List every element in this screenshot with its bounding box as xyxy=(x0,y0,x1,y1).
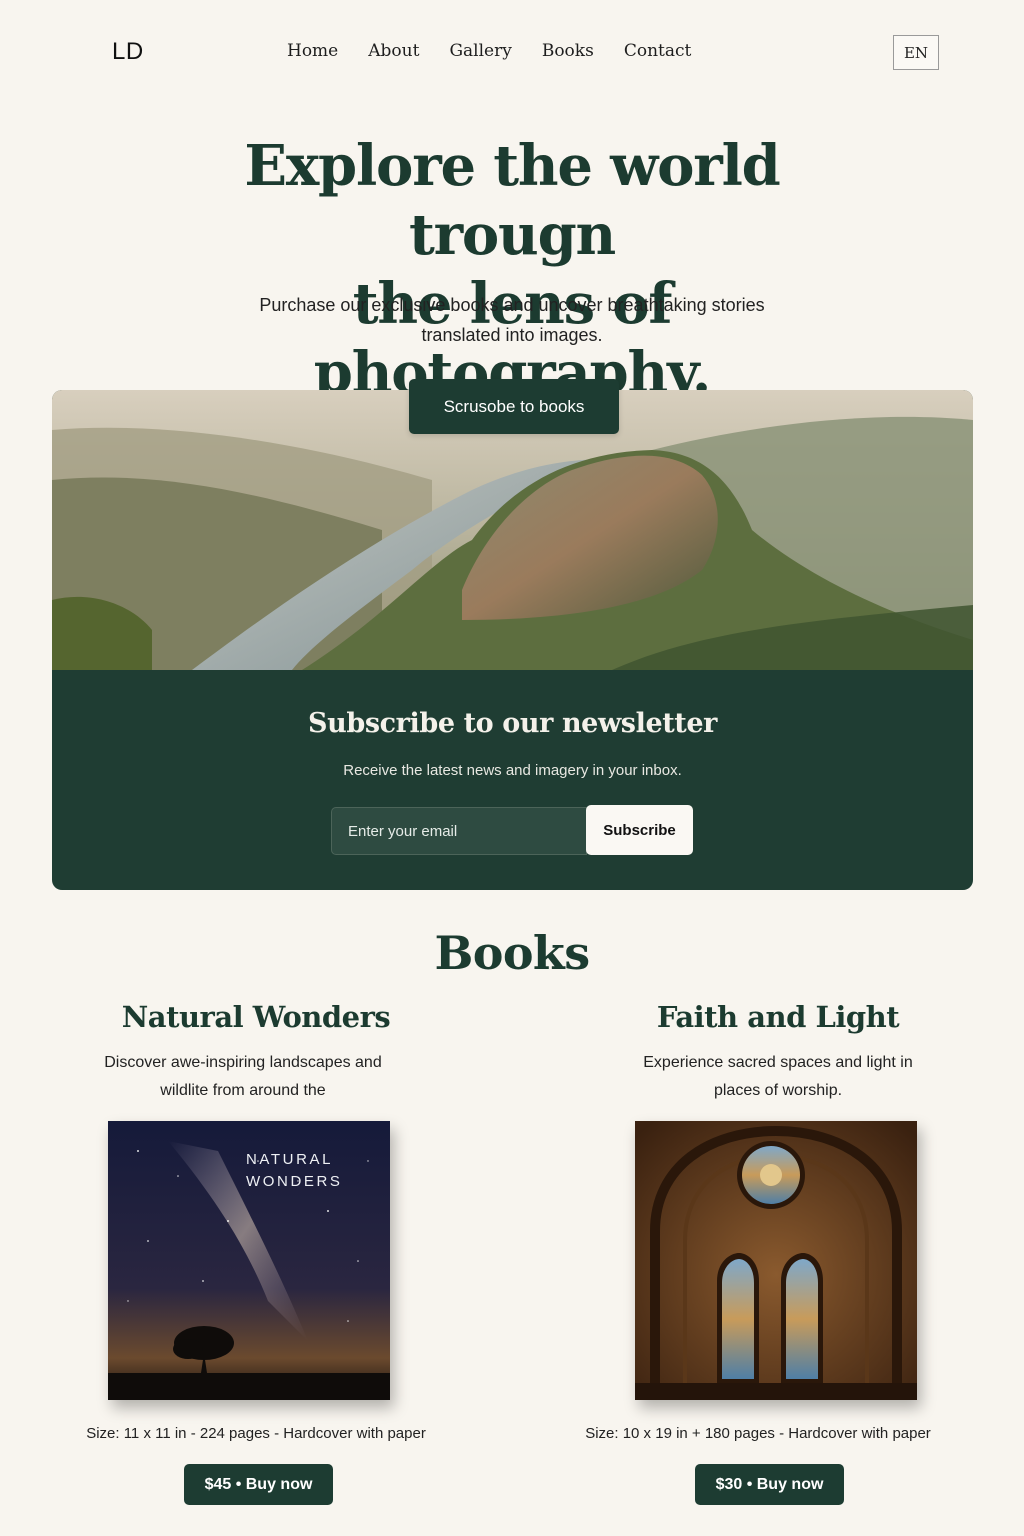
hero-title: Explore the world trougn the lens of pho… xyxy=(150,132,874,408)
book-description-natural-wonders: Discover awe-inspiring landscapes and wi… xyxy=(56,1049,430,1105)
nav-books[interactable]: Books xyxy=(542,41,594,61)
book-cover-faith-and-light[interactable] xyxy=(635,1121,917,1400)
book-description-line-1: Experience sacred spaces and light in xyxy=(643,1054,913,1071)
nav-about[interactable]: About xyxy=(368,41,419,61)
book-description-line-2: places of worship. xyxy=(713,1082,843,1099)
book-description-faith-and-light: Experience sacred spaces and light in pl… xyxy=(591,1049,965,1105)
nav-gallery[interactable]: Gallery xyxy=(449,41,511,61)
book-description-line-2: wildlite from around the xyxy=(160,1082,326,1099)
stained-glass-image xyxy=(635,1121,917,1400)
newsletter-subtitle: Receive the latest news and imagery in y… xyxy=(343,762,682,779)
cover-title-line-1: NATURAL xyxy=(246,1151,334,1168)
language-selector[interactable]: EN xyxy=(893,35,939,70)
subscribe-to-books-button[interactable]: Scrusobe to books xyxy=(409,379,619,434)
buy-button-natural-wonders[interactable]: $45 • Buy now xyxy=(184,1464,333,1505)
hero-subtitle-line-1: Purchase our exclusive books and uncover… xyxy=(259,295,765,315)
nav-contact[interactable]: Contact xyxy=(624,41,692,61)
buy-button-faith-and-light[interactable]: $30 • Buy now xyxy=(695,1464,844,1505)
cover-title-line-2: WONDERS xyxy=(246,1173,343,1190)
book-title-faith-and-light: Faith and Light xyxy=(656,1000,900,1034)
main-nav: Home About Gallery Books Contact xyxy=(287,41,691,61)
book-cover-natural-wonders[interactable]: NATURAL WONDERS xyxy=(108,1121,390,1400)
book-meta-natural-wonders: Size: 11 x 11 in - 224 pages - Hardcover… xyxy=(86,1425,426,1442)
nav-home[interactable]: Home xyxy=(287,41,338,61)
subscribe-button[interactable]: Subscribe xyxy=(586,805,693,855)
email-input[interactable] xyxy=(331,807,587,855)
newsletter-title: Subscribe to our newsletter xyxy=(308,708,717,739)
books-heading: Books xyxy=(434,926,590,980)
book-description-line-1: Discover awe-inspiring landscapes and xyxy=(104,1054,382,1071)
site-logo[interactable]: LD xyxy=(112,38,144,66)
hero-subtitle: Purchase our exclusive books and uncover… xyxy=(240,290,784,350)
hero-subtitle-line-2: translated into images. xyxy=(421,325,603,345)
book-title-natural-wonders: Natural Wonders xyxy=(121,1000,391,1034)
hero-title-line-1: Explore the world trougn xyxy=(244,133,780,268)
cover-title: NATURAL WONDERS xyxy=(246,1149,343,1193)
book-meta-faith-and-light: Size: 10 x 19 in + 180 pages - Hardcover… xyxy=(585,1425,931,1442)
